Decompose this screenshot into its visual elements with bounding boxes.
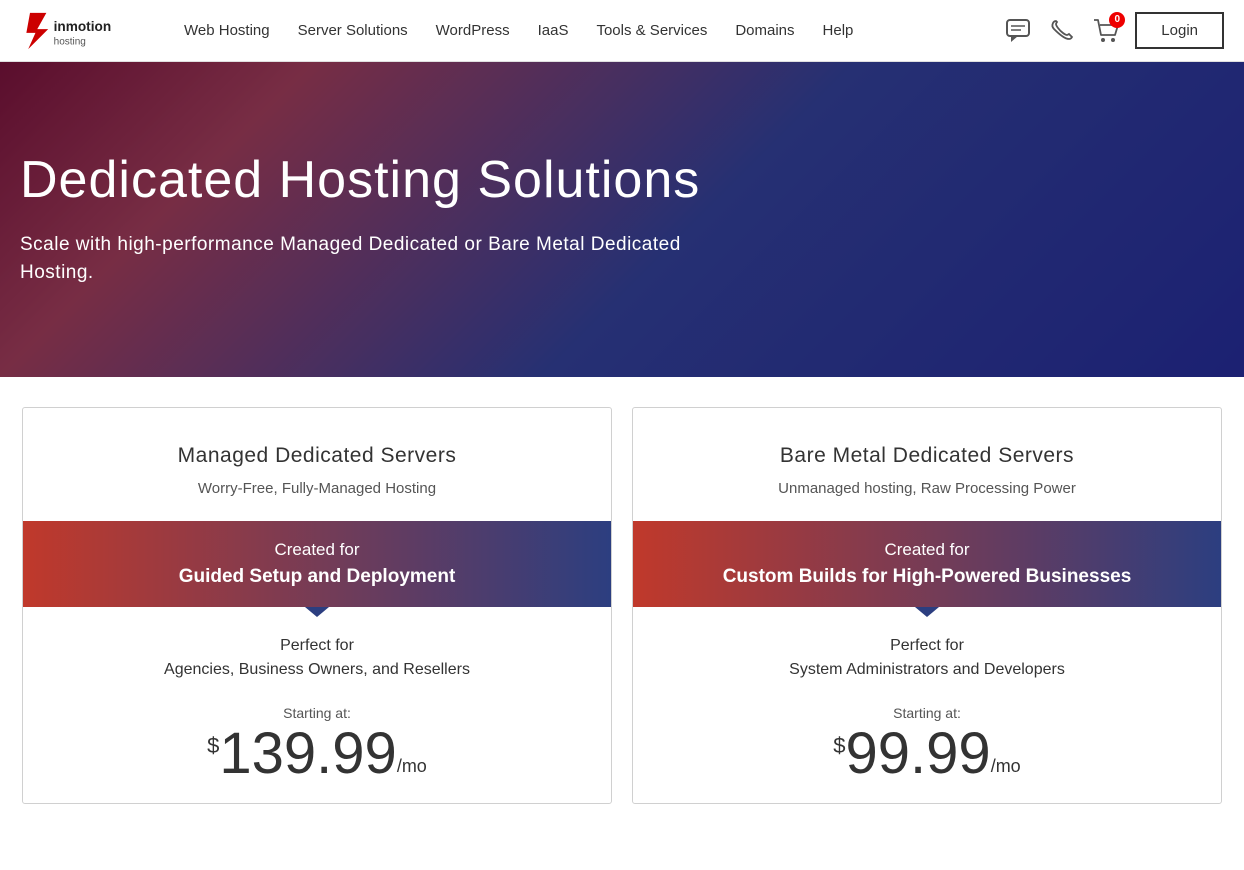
- nav-server-solutions[interactable]: Server Solutions: [284, 22, 422, 39]
- managed-perfect: Perfect for Agencies, Business Owners, a…: [23, 607, 611, 689]
- managed-card-banner[interactable]: Created for Guided Setup and Deployment: [23, 521, 611, 607]
- managed-card-top: Managed Dedicated Servers Worry-Free, Fu…: [23, 408, 611, 521]
- bare-metal-pricing: Starting at: $ 99.99 /mo: [633, 689, 1221, 803]
- login-button[interactable]: Login: [1135, 12, 1224, 49]
- bare-metal-banner-value: Custom Builds for High-Powered Businesse…: [643, 563, 1211, 592]
- managed-perfect-value: Agencies, Business Owners, and Resellers: [33, 661, 601, 679]
- nav-iaas[interactable]: IaaS: [524, 22, 583, 39]
- chat-icon[interactable]: [1003, 16, 1033, 46]
- nav-tools-services[interactable]: Tools & Services: [582, 22, 721, 39]
- bare-metal-price-dollar: $: [833, 733, 845, 759]
- svg-text:inmotion: inmotion: [54, 19, 112, 34]
- cards-row: Managed Dedicated Servers Worry-Free, Fu…: [22, 407, 1222, 804]
- nav-help[interactable]: Help: [809, 22, 868, 39]
- managed-price-mo: /mo: [397, 756, 427, 777]
- cart-count: 0: [1109, 12, 1125, 28]
- hero-content: Dedicated Hosting Solutions Scale with h…: [20, 151, 720, 288]
- bare-metal-perfect: Perfect for System Administrators and De…: [633, 607, 1221, 689]
- hero-subtitle: Scale with high-performance Managed Dedi…: [20, 231, 720, 288]
- managed-banner-label: Created for: [33, 537, 601, 563]
- bare-metal-card-top: Bare Metal Dedicated Servers Unmanaged h…: [633, 408, 1221, 521]
- managed-perfect-label: Perfect for: [33, 637, 601, 655]
- nav-wordpress[interactable]: WordPress: [422, 22, 524, 39]
- bare-metal-price: $ 99.99 /mo: [643, 725, 1211, 783]
- managed-card-title: Managed Dedicated Servers: [43, 444, 591, 468]
- managed-price-dollar: $: [207, 733, 219, 759]
- nav-domains[interactable]: Domains: [721, 22, 808, 39]
- bare-metal-perfect-label: Perfect for: [643, 637, 1211, 655]
- phone-icon[interactable]: [1047, 16, 1077, 46]
- bare-metal-price-mo: /mo: [991, 756, 1021, 777]
- bare-metal-card-banner[interactable]: Created for Custom Builds for High-Power…: [633, 521, 1221, 607]
- managed-pricing: Starting at: $ 139.99 /mo: [23, 689, 611, 803]
- managed-price: $ 139.99 /mo: [33, 725, 601, 783]
- bare-metal-perfect-value: System Administrators and Developers: [643, 661, 1211, 679]
- bare-metal-card-title: Bare Metal Dedicated Servers: [653, 444, 1201, 468]
- bare-metal-banner-label: Created for: [643, 537, 1211, 563]
- hero-section: Dedicated Hosting Solutions Scale with h…: [0, 62, 1244, 377]
- managed-card: Managed Dedicated Servers Worry-Free, Fu…: [22, 407, 612, 804]
- nav-links: Web Hosting Server Solutions WordPress I…: [170, 22, 1003, 39]
- cart-icon[interactable]: 0: [1091, 16, 1121, 46]
- managed-card-subtitle: Worry-Free, Fully-Managed Hosting: [43, 480, 591, 497]
- hero-title: Dedicated Hosting Solutions: [20, 151, 720, 211]
- bare-metal-starting-at: Starting at:: [643, 705, 1211, 721]
- managed-banner-value: Guided Setup and Deployment: [33, 563, 601, 592]
- bare-metal-card: Bare Metal Dedicated Servers Unmanaged h…: [632, 407, 1222, 804]
- cards-section: Managed Dedicated Servers Worry-Free, Fu…: [0, 377, 1244, 824]
- bare-metal-price-amount: 99.99: [846, 725, 991, 783]
- logo[interactable]: inmotion hosting: [20, 11, 140, 51]
- bare-metal-card-subtitle: Unmanaged hosting, Raw Processing Power: [653, 480, 1201, 497]
- main-nav: inmotion hosting Web Hosting Server Solu…: [0, 0, 1244, 62]
- nav-web-hosting[interactable]: Web Hosting: [170, 22, 284, 39]
- managed-price-amount: 139.99: [219, 725, 396, 783]
- svg-text:hosting: hosting: [54, 36, 86, 47]
- managed-starting-at: Starting at:: [33, 705, 601, 721]
- nav-icons: 0: [1003, 16, 1121, 46]
